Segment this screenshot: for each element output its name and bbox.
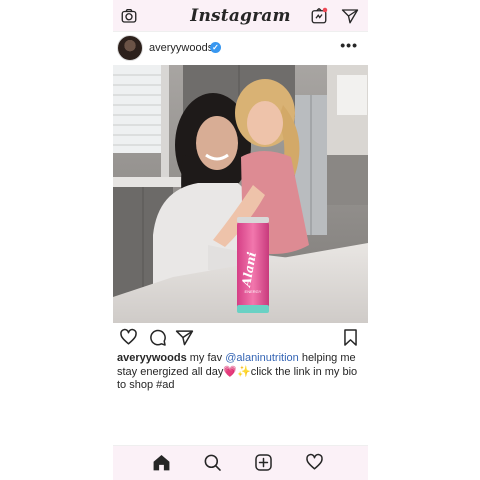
post-username[interactable]: averyywoods bbox=[149, 42, 213, 54]
instagram-app: Instagram averyywoods ✓ ••• Alani ENERGY… bbox=[113, 0, 368, 480]
post-caption: averyywoods my fav @alaninutrition helpi… bbox=[117, 352, 363, 393]
new-post-icon[interactable] bbox=[254, 453, 273, 472]
activity-heart-icon[interactable] bbox=[305, 453, 324, 472]
photo-illustration: Alani ENERGY bbox=[113, 65, 368, 323]
post-actions bbox=[113, 326, 368, 350]
instagram-logo[interactable]: Instagram bbox=[113, 6, 368, 26]
bookmark-icon[interactable] bbox=[341, 328, 360, 347]
post-photo[interactable]: Alani ENERGY bbox=[113, 65, 368, 323]
igtv-icon[interactable] bbox=[310, 7, 328, 25]
heart-icon[interactable] bbox=[119, 328, 138, 347]
caption-username[interactable]: averyywoods bbox=[117, 352, 187, 364]
caption-mention[interactable]: @alaninutrition bbox=[225, 352, 299, 364]
home-icon[interactable] bbox=[152, 453, 171, 472]
avatar[interactable] bbox=[117, 35, 143, 61]
top-bar: Instagram bbox=[113, 0, 368, 32]
more-options-icon[interactable]: ••• bbox=[340, 37, 358, 53]
bottom-nav bbox=[113, 445, 368, 480]
can-sub-text: ENERGY bbox=[245, 289, 262, 294]
verified-badge-icon: ✓ bbox=[210, 42, 221, 53]
share-icon[interactable] bbox=[175, 328, 194, 347]
direct-message-icon[interactable] bbox=[341, 7, 359, 25]
caption-text-before: my fav bbox=[186, 352, 226, 364]
post-header: averyywoods ✓ ••• bbox=[113, 33, 368, 64]
comment-icon[interactable] bbox=[148, 328, 167, 347]
search-icon[interactable] bbox=[203, 453, 222, 472]
